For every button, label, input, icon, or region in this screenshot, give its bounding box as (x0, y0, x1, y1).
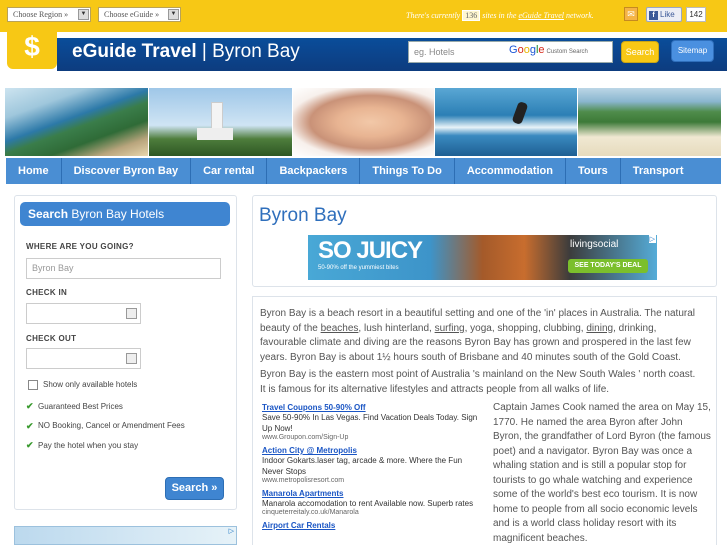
bookmark-icon[interactable]: ✉ (624, 7, 638, 21)
search-button[interactable]: Search (621, 41, 659, 63)
nav-things-to-do[interactable]: Things To Do (360, 158, 455, 184)
nav-accommodation[interactable]: Accommodation (455, 158, 566, 184)
beach-aerial-photo (5, 88, 148, 156)
ad-title-link[interactable]: Airport Car Rentals (262, 521, 484, 530)
like-count: 142 (686, 7, 706, 22)
network-link[interactable]: eGuide Travel (518, 11, 564, 20)
network-note: There's currently 136 sites in the eGuid… (406, 10, 594, 21)
dollar-logo-icon: $ (24, 31, 40, 62)
benefit-item: Guaranteed Best Prices (38, 402, 123, 411)
main-nav: Home Discover Byron Bay Car rental Backp… (6, 158, 721, 184)
facebook-icon: f (649, 11, 658, 20)
nav-car-rental[interactable]: Car rental (191, 158, 268, 184)
chevron-down-icon: ▼ (78, 9, 89, 20)
eguide-select[interactable]: Choose eGuide » ▼ (98, 7, 181, 22)
surfing-link[interactable]: surfing (435, 323, 465, 334)
available-only-checkbox[interactable] (28, 380, 38, 390)
checkout-date-field[interactable] (26, 348, 141, 369)
left-ad-banner[interactable]: ▷ (14, 526, 237, 545)
chevron-down-icon: ▼ (168, 9, 179, 20)
photo-strip (5, 88, 721, 156)
region-select-label: Choose Region » (13, 10, 69, 19)
text-ad: Travel Coupons 50-90% Off Save 50-90% In… (262, 403, 484, 441)
site-title[interactable]: eGuide Travel | Byron Bay (72, 41, 300, 63)
google-custom-search-logo: Google Custom Search (509, 44, 588, 56)
ad-title-link[interactable]: Travel Coupons 50-90% Off (262, 403, 484, 412)
title-separator: | (196, 41, 213, 62)
adchoices-icon[interactable]: ▷ (229, 527, 234, 535)
destination-input[interactable]: Byron Bay (26, 258, 221, 279)
benefit-item: NO Booking, Cancel or Amendment Fees (38, 421, 185, 430)
hotel-search-heading: Search Byron Bay Hotels (20, 202, 230, 226)
nav-home[interactable]: Home (6, 158, 62, 184)
text-ad: Airport Car Rentals (262, 521, 484, 530)
ad-body: Save 50-90% In Las Vegas. Find Vacation … (262, 413, 478, 433)
banner-brand: livingsocial (570, 239, 619, 250)
check-icon: ✔ (26, 440, 34, 450)
custom-search-label: Custom Search (546, 49, 588, 55)
ad-title-link[interactable]: Action City @ Metropolis (262, 446, 484, 455)
heading-rest: Byron Bay Hotels (68, 207, 165, 221)
page-title: Byron Bay (259, 205, 347, 226)
nav-backpackers[interactable]: Backpackers (267, 158, 361, 184)
note-suffix: network. (565, 11, 594, 20)
text-ads: Travel Coupons 50-90% Off Save 50-90% In… (262, 403, 484, 535)
note-prefix: There's currently (406, 11, 461, 20)
sitemap-button[interactable]: Sitemap (671, 40, 714, 62)
like-label: Like (660, 10, 675, 19)
check-icon: ✔ (26, 421, 34, 431)
benefit-item: Pay the hotel when you stay (38, 441, 139, 450)
calendar-icon[interactable] (126, 353, 137, 364)
history-paragraph: Captain James Cook named the area on May… (493, 402, 711, 544)
surfer-photo (435, 88, 578, 156)
where-label: WHERE ARE YOU GOING? (26, 242, 134, 251)
spa-massage-photo (292, 88, 435, 156)
site-brand: eGuide Travel (72, 41, 197, 62)
adchoices-icon[interactable]: ▷ (648, 235, 656, 243)
nav-tours[interactable]: Tours (566, 158, 621, 184)
ad-url: www.metropolisresort.com (262, 477, 345, 484)
ad-url: www.Groupon.com/Sign-Up (262, 434, 349, 441)
facebook-like-button[interactable]: f Like (646, 7, 682, 22)
beaches-link[interactable]: beaches (321, 323, 359, 334)
ad-url: cinqueterreitaly.co.uk/Manarola (262, 509, 359, 516)
banner-headline: SO JUICY (318, 237, 423, 264)
livingsocial-ad-banner[interactable]: SO JUICY 50-90% off the yummiest bites l… (308, 235, 657, 280)
intro-paragraph: Byron Bay is a beach resort in a beautif… (260, 308, 696, 363)
ad-body: Indoor Gokarts.laser tag, arcade & more.… (262, 456, 463, 476)
checkin-date-field[interactable] (26, 303, 141, 324)
lighthouse-photo (148, 88, 292, 156)
hotel-search-button[interactable]: Search » (165, 477, 224, 500)
heading-bold: Search (28, 207, 69, 221)
region-select[interactable]: Choose Region » ▼ (7, 7, 91, 22)
nav-transport[interactable]: Transport (621, 158, 696, 184)
checkin-label: CHECK IN (26, 288, 68, 297)
available-only-label: Show only available hotels (43, 380, 138, 389)
banner-subtitle: 50-90% off the yummiest bites (318, 265, 399, 271)
text-ad: Action City @ Metropolis Indoor Gokarts.… (262, 446, 484, 484)
check-icon: ✔ (26, 401, 34, 411)
calendar-icon[interactable] (126, 308, 137, 319)
dining-link[interactable]: dining (586, 323, 613, 334)
banner-cta: SEE TODAY'S DEAL (568, 259, 648, 273)
ad-body: Manarola accomodation to rent Available … (262, 499, 474, 508)
site-logo[interactable]: $ (7, 25, 57, 69)
nav-discover-byron-bay[interactable]: Discover Byron Bay (62, 158, 192, 184)
site-location: Byron Bay (212, 41, 300, 62)
sites-count: 136 (462, 10, 481, 21)
second-paragraph: Byron Bay is the eastern most point of A… (260, 369, 696, 395)
ad-title-link[interactable]: Manarola Apartments (262, 489, 484, 498)
text-ad: Manarola Apartments Manarola accomodatio… (262, 489, 484, 516)
checkout-label: CHECK OUT (26, 334, 77, 343)
beach-coast-photo (578, 88, 721, 156)
note-mid: sites in the (482, 11, 517, 20)
eguide-select-label: Choose eGuide » (104, 10, 160, 19)
